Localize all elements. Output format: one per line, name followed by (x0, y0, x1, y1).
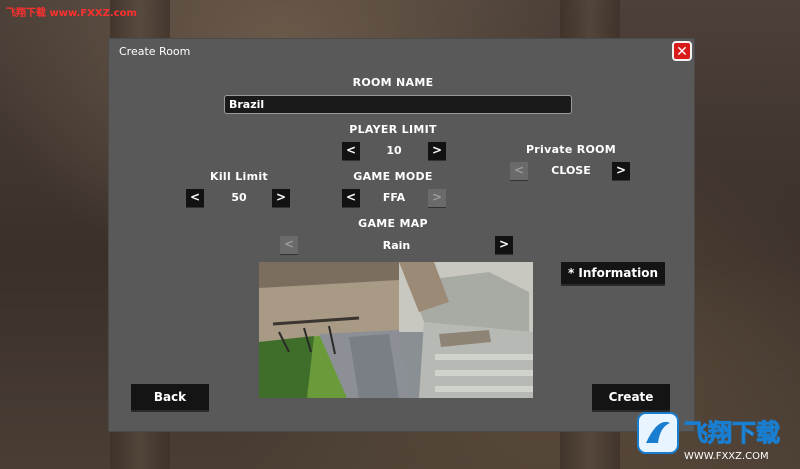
kill-limit-label: Kill Limit (210, 170, 268, 183)
private-room-next-button[interactable]: > (612, 162, 630, 180)
map-preview-image (259, 262, 533, 398)
player-limit-label: PLAYER LIMIT (349, 123, 437, 136)
game-mode-value: FFA (382, 191, 406, 204)
kill-limit-prev-button[interactable]: < (186, 189, 204, 207)
information-button[interactable]: * Information (561, 262, 665, 284)
watermark-top-text: 飞翔下载 www.FXXZ.com (6, 8, 137, 19)
private-room-value: CLOSE (551, 164, 591, 177)
private-room-prev-button[interactable]: < (510, 162, 528, 180)
create-room-dialog: Create Room ✕ ROOM NAME Brazil PLAYER LI… (108, 38, 695, 432)
watermark-logo-url: WWW.FXXZ.COM (684, 451, 769, 462)
create-button[interactable]: Create (592, 384, 670, 410)
game-map-value: Rain (382, 239, 411, 252)
game-mode-next-button[interactable]: > (428, 189, 446, 207)
game-mode-prev-button[interactable]: < (342, 189, 360, 207)
watermark-logo-text: 飞翔下载 (684, 419, 780, 447)
close-button[interactable]: ✕ (672, 41, 692, 61)
game-mode-label: GAME MODE (353, 170, 433, 183)
room-name-label: ROOM NAME (352, 76, 434, 89)
kill-limit-value: 50 (231, 191, 247, 204)
watermark-logo: 飞翔下载 WWW.FXXZ.COM (636, 409, 796, 465)
player-limit-value: 10 (386, 144, 402, 157)
kill-limit-next-button[interactable]: > (272, 189, 290, 207)
player-limit-next-button[interactable]: > (428, 142, 446, 160)
watermark-logo-graphic: 飞翔下载 WWW.FXXZ.COM (637, 412, 781, 462)
private-room-label: Private ROOM (525, 143, 617, 156)
game-map-label: GAME MAP (358, 217, 428, 230)
back-button[interactable]: Back (131, 384, 209, 410)
room-name-input[interactable]: Brazil (224, 95, 572, 114)
player-limit-prev-button[interactable]: < (342, 142, 360, 160)
close-icon: ✕ (676, 44, 688, 60)
dialog-title: Create Room (119, 45, 191, 58)
map-preview-scene (259, 262, 533, 398)
game-map-prev-button[interactable]: < (280, 236, 298, 254)
game-map-next-button[interactable]: > (495, 236, 513, 254)
